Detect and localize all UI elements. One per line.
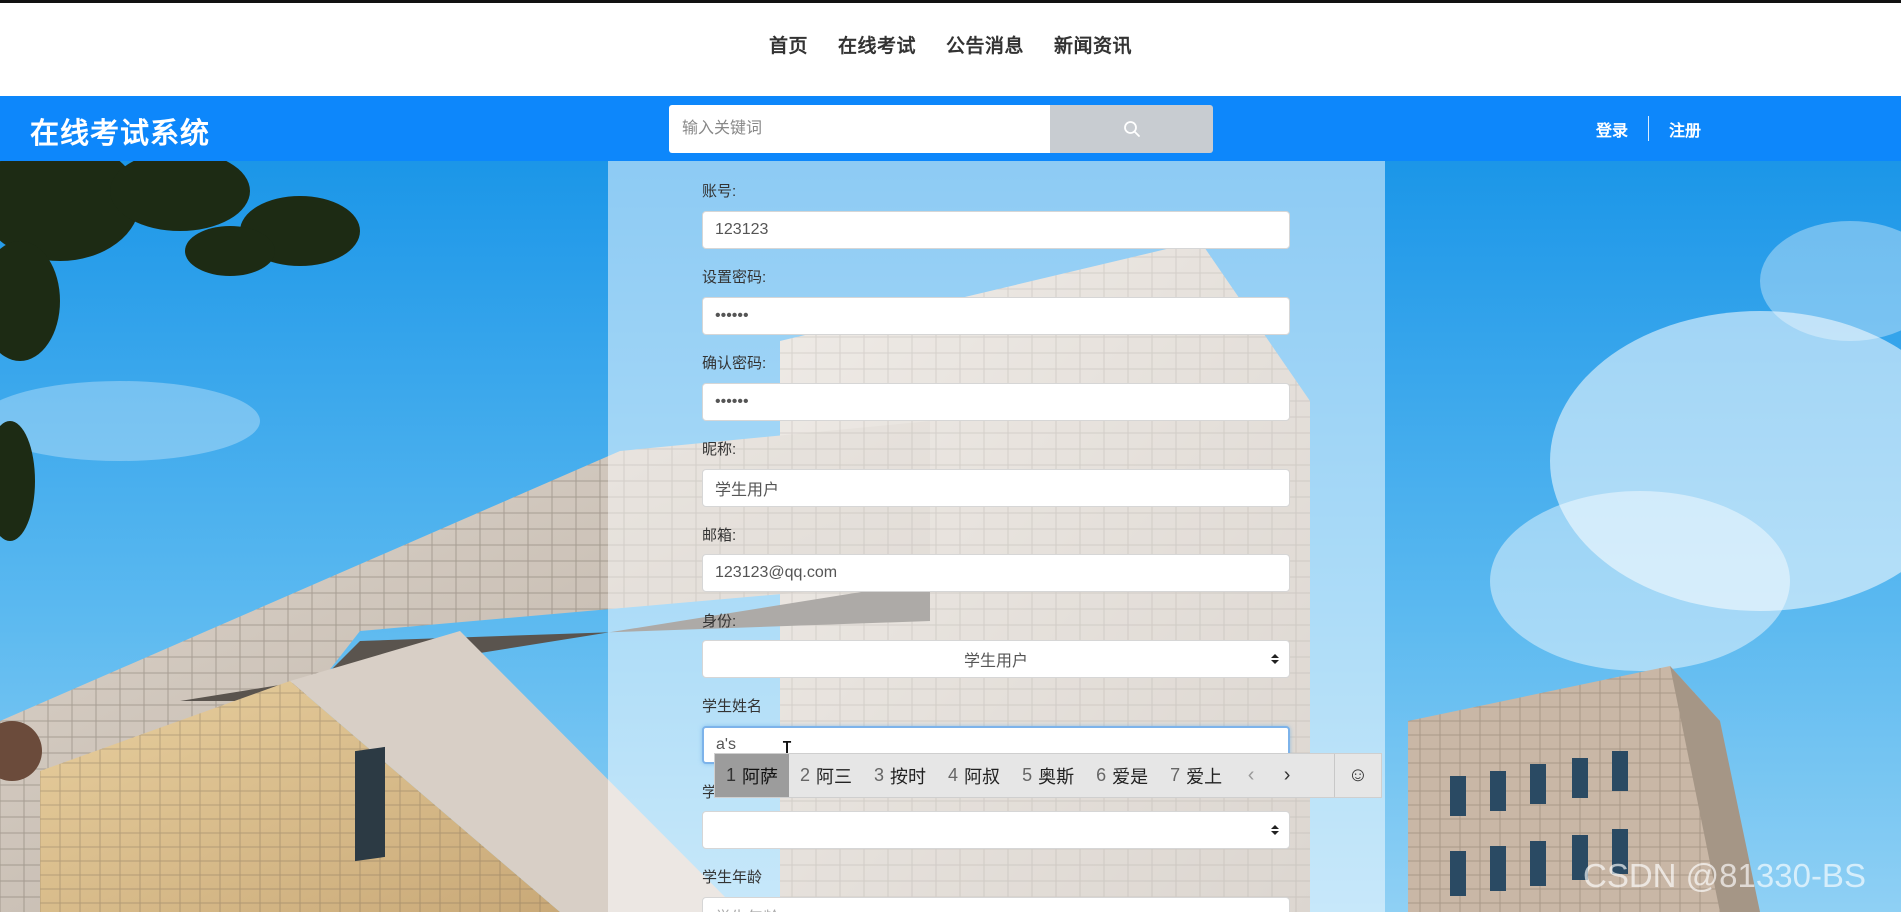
email-input[interactable]: 123123@qq.com [702, 554, 1290, 592]
ime-candidate[interactable]: 6 爱是 [1085, 754, 1159, 797]
login-link[interactable]: 登录 [1596, 117, 1628, 141]
student-name-label: 学生姓名 [702, 698, 763, 715]
ime-candidate-number: 5 [1022, 765, 1033, 785]
ime-candidate-text: 按时 [890, 766, 927, 787]
role-select-value: 学生用户 [963, 653, 1028, 670]
ime-candidate[interactable]: 3 按时 [863, 754, 937, 797]
ime-candidate-number: 3 [874, 765, 885, 785]
student-age-input[interactable]: 学生年龄 [702, 897, 1290, 912]
ime-candidate-text: 奥斯 [1038, 766, 1075, 787]
ime-candidate-text: 阿三 [816, 766, 853, 787]
confirm-password-input[interactable]: •••••• [702, 383, 1290, 421]
account-label: 账号: [702, 183, 737, 200]
ime-next-page-icon[interactable]: › [1269, 754, 1305, 797]
site-brand[interactable]: 在线考试系统 [30, 110, 210, 152]
register-form-panel: 账号: 123123 设置密码: •••••• 确认密码: •••••• 昵称:… [608, 161, 1385, 912]
ime-candidate-number: 6 [1096, 765, 1107, 785]
nav-announcements[interactable]: 公告消息 [946, 31, 1024, 58]
ime-candidate[interactable]: 5 奥斯 [1011, 754, 1085, 797]
search-icon [1123, 121, 1140, 137]
watermark: CSDN @81330-BS [1583, 857, 1866, 894]
nickname-label: 昵称: [702, 441, 737, 458]
role-label: 身份: [702, 613, 737, 630]
student-age-label: 学生年龄 [702, 869, 763, 886]
search-box [669, 105, 1213, 153]
ime-candidate-number: 4 [948, 765, 959, 785]
select-arrows-icon [1271, 654, 1279, 664]
ime-candidate-text: 阿叔 [964, 766, 1001, 787]
role-select[interactable]: 学生用户 [702, 640, 1290, 678]
email-label: 邮箱: [702, 527, 737, 544]
search-input[interactable] [669, 105, 1050, 153]
ime-prev-page-icon[interactable]: ‹ [1233, 754, 1269, 797]
auth-divider [1648, 116, 1650, 141]
ime-candidate-number: 2 [800, 765, 811, 785]
password-input[interactable]: •••••• [702, 297, 1290, 335]
account-input[interactable]: 123123 [702, 211, 1290, 249]
student-gender-select[interactable] [702, 811, 1290, 849]
register-link[interactable]: 注册 [1669, 117, 1701, 141]
search-button[interactable] [1050, 105, 1213, 153]
ime-candidate[interactable]: 1 阿萨 [715, 754, 790, 797]
ime-candidate[interactable]: 4 阿叔 [937, 754, 1011, 797]
nav-online-exam[interactable]: 在线考试 [838, 31, 916, 58]
ime-candidate-text: 阿萨 [742, 766, 779, 787]
ime-candidate-bar: 1 阿萨 2 阿三 3 按时 4 阿叔 5 奥斯 6 爱是 7 爱上 ‹ › ☺ [714, 753, 1382, 798]
header-bar: 在线考试系统 登录 注册 [0, 96, 1901, 161]
confirm-password-label: 确认密码: [702, 355, 767, 372]
ime-candidate-text: 爱上 [1186, 766, 1223, 787]
ime-candidate[interactable]: 7 爱上 [1159, 754, 1233, 797]
nav-home[interactable]: 首页 [769, 31, 808, 58]
ime-candidate-number: 1 [726, 765, 737, 785]
ime-emoji-icon[interactable]: ☺ [1334, 754, 1381, 797]
select-arrows-icon [1271, 825, 1279, 835]
ime-candidate-text: 爱是 [1112, 766, 1149, 787]
top-nav: 首页 在线考试 公告消息 新闻资讯 [0, 3, 1901, 96]
ime-candidate[interactable]: 2 阿三 [789, 754, 863, 797]
nickname-input[interactable]: 学生用户 [702, 469, 1290, 507]
auth-links: 登录 注册 [1596, 116, 1701, 141]
nav-news[interactable]: 新闻资讯 [1054, 31, 1132, 58]
ime-candidate-number: 7 [1170, 765, 1181, 785]
password-label: 设置密码: [702, 269, 767, 286]
